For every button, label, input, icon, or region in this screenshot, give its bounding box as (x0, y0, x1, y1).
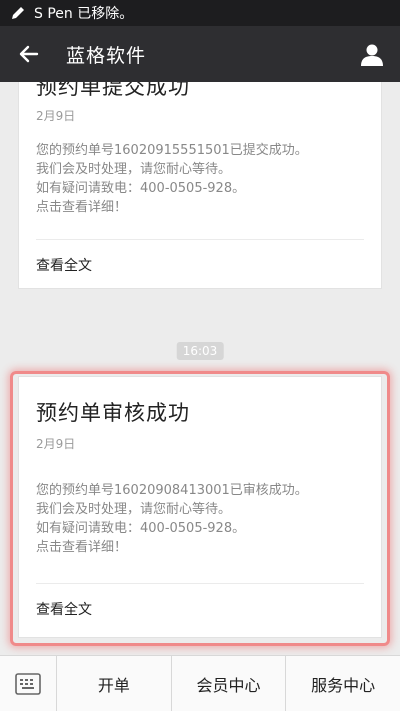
message-title: 预约单审核成功 (36, 401, 190, 425)
profile-icon (361, 44, 383, 66)
status-message: S Pen 已移除。 (34, 6, 134, 22)
message-line: 如有疑问请致电：400-0505-928。 (36, 181, 246, 196)
back-button[interactable] (0, 26, 56, 82)
menu-item-member-center[interactable]: 会员中心 (172, 656, 287, 711)
profile-button[interactable] (344, 26, 400, 82)
keyboard-icon (15, 673, 41, 695)
menu-item-service-center[interactable]: 服务中心 (286, 656, 400, 711)
status-bar: S Pen 已移除。 (0, 0, 400, 26)
message-line: 您的预约单号16020908413001已审核成功。 (36, 483, 308, 498)
message-line: 我们会及时处理，请您耐心等待。 (36, 502, 232, 517)
message-date: 2月9日 (36, 109, 76, 123)
message-card[interactable]: 预约单审核成功 2月9日 您的预约单号16020908413001已审核成功。 … (18, 376, 382, 638)
pen-icon (12, 7, 24, 19)
divider (36, 239, 364, 240)
message-line: 点击查看详细！ (36, 200, 128, 215)
back-arrow-icon (19, 45, 39, 63)
message-line: 点击查看详细！ (36, 540, 128, 555)
message-list: 预约单提交成功 2月9日 您的预约单号16020915551501已提交成功。 … (0, 82, 400, 655)
message-body: 您的预约单号16020908413001已审核成功。 我们会及时处理，请您耐心等… (36, 481, 308, 557)
bottom-menu: 开单 会员中心 服务中心 (0, 655, 400, 711)
read-more-link[interactable]: 查看全文 (36, 599, 92, 619)
keyboard-toggle-button[interactable] (0, 656, 57, 711)
message-line: 如有疑问请致电：400-0505-928。 (36, 521, 246, 536)
app-bar: 蓝格软件 (0, 26, 400, 82)
read-more-link[interactable]: 查看全文 (36, 255, 92, 275)
message-body: 您的预约单号16020915551501已提交成功。 我们会及时处理，请您耐心等… (36, 141, 308, 217)
message-line: 我们会及时处理，请您耐心等待。 (36, 162, 232, 177)
menu-item-order[interactable]: 开单 (57, 656, 172, 711)
message-card[interactable]: 预约单提交成功 2月9日 您的预约单号16020915551501已提交成功。 … (18, 82, 382, 289)
divider (36, 583, 364, 584)
message-line: 您的预约单号16020915551501已提交成功。 (36, 143, 308, 158)
message-date: 2月9日 (36, 437, 76, 451)
message-title: 预约单提交成功 (36, 82, 190, 99)
app-title: 蓝格软件 (66, 44, 147, 67)
timestamp-badge: 16:03 (176, 342, 224, 360)
